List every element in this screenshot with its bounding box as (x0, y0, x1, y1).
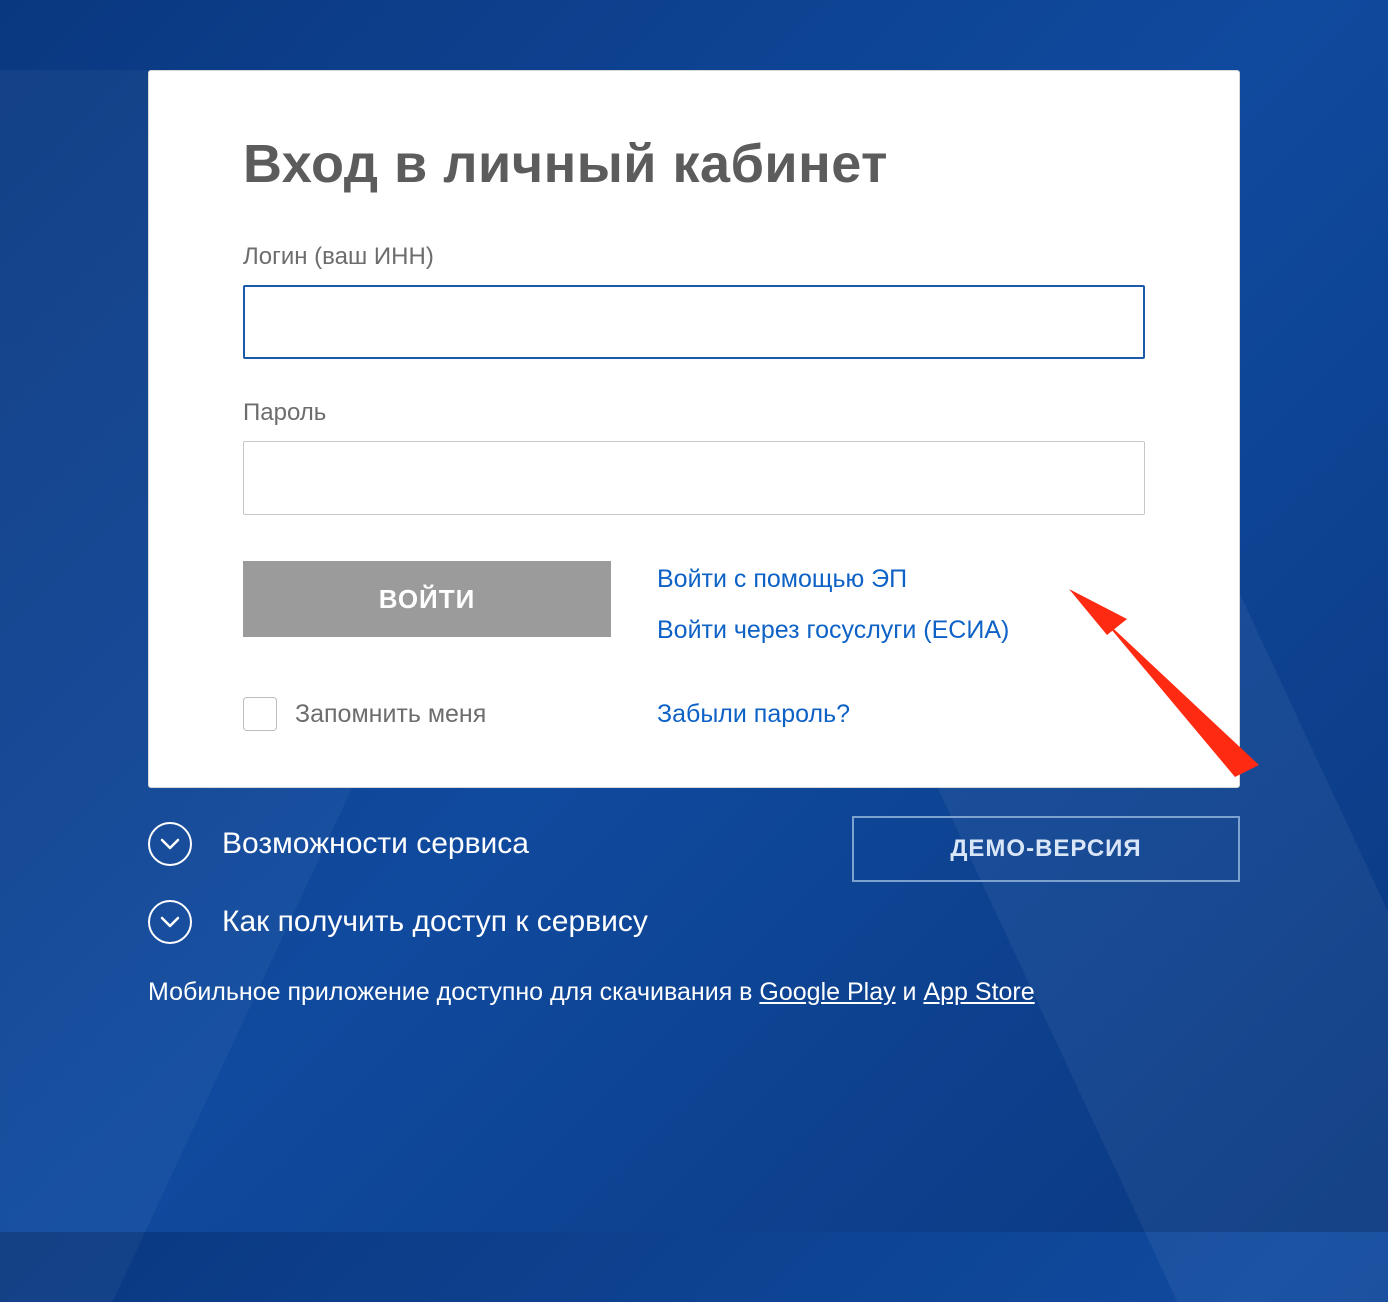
app-line-prefix: Мобильное приложение доступно для скачив… (148, 978, 759, 1006)
login-ep-link[interactable]: Войти с помощью ЭП (657, 565, 1009, 594)
password-input[interactable] (243, 441, 1145, 515)
google-play-link[interactable]: Google Play (759, 978, 895, 1006)
chevron-down-icon (148, 822, 192, 866)
actions-row: ВОЙТИ Войти с помощью ЭП Войти через гос… (243, 561, 1145, 645)
app-store-link[interactable]: App Store (923, 978, 1034, 1006)
lower-row: Запомнить меня Забыли пароль? (243, 697, 1145, 731)
remember-checkbox[interactable] (243, 697, 277, 731)
login-card: Вход в личный кабинет Логин (ваш ИНН) Па… (148, 70, 1240, 788)
mobile-app-line: Мобильное приложение доступно для скачив… (148, 978, 1240, 1007)
expander-howto-label: Как получить доступ к сервису (222, 905, 648, 939)
app-line-mid: и (896, 978, 924, 1006)
login-esia-link[interactable]: Войти через госуслуги (ЕСИА) (657, 616, 1009, 645)
below-card-section: ДЕМО-ВЕРСИЯ Возможности сервиса Как полу… (148, 822, 1240, 944)
login-input[interactable] (243, 285, 1145, 359)
alt-login-links: Войти с помощью ЭП Войти через госуслуги… (657, 561, 1009, 645)
forgot-password-link[interactable]: Забыли пароль? (657, 700, 850, 729)
expander-howto[interactable]: Как получить доступ к сервису (148, 900, 1240, 944)
login-label: Логин (ваш ИНН) (243, 243, 1145, 271)
remember-me: Запомнить меня (243, 697, 611, 731)
chevron-down-icon (148, 900, 192, 944)
card-title: Вход в личный кабинет (243, 133, 1145, 195)
expander-features-label: Возможности сервиса (222, 827, 529, 861)
remember-label: Запомнить меня (295, 700, 486, 729)
password-label: Пароль (243, 399, 1145, 427)
login-button[interactable]: ВОЙТИ (243, 561, 611, 637)
demo-button[interactable]: ДЕМО-ВЕРСИЯ (852, 816, 1240, 882)
